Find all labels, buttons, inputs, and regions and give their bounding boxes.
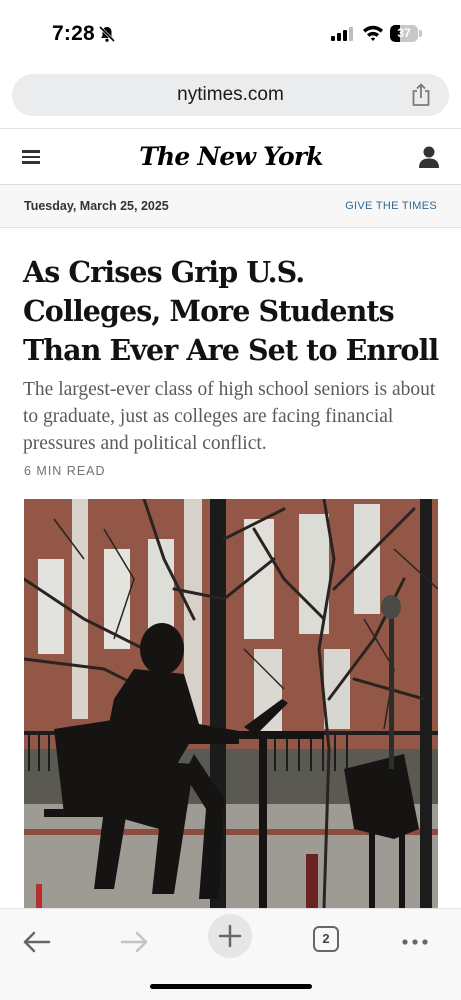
plus-icon — [218, 924, 242, 948]
share-icon[interactable] — [410, 83, 432, 107]
home-indicator[interactable] — [150, 984, 312, 989]
back-button[interactable] — [15, 917, 59, 961]
more-dots-icon — [402, 939, 428, 945]
tabs-button[interactable]: 2 — [304, 917, 348, 961]
status-time: 7:28 — [52, 22, 95, 45]
article-summary: The largest-ever class of high school se… — [23, 379, 436, 454]
new-tab-button[interactable] — [208, 914, 252, 958]
menu-icon[interactable] — [22, 150, 40, 164]
status-bar: 7:28 37 — [0, 0, 461, 66]
account-icon[interactable] — [418, 145, 440, 169]
current-date: Tuesday, March 25, 2025 — [24, 199, 169, 213]
forward-button[interactable] — [112, 917, 156, 961]
cellular-signal-icon — [331, 27, 353, 41]
site-header: The New York Times — [0, 128, 461, 211]
article-headline[interactable]: As Crises Grip U.S. Colleges, More Stude… — [23, 253, 443, 370]
url-text[interactable]: nytimes.com — [12, 74, 449, 116]
more-menu-button[interactable] — [393, 917, 437, 961]
bell-slash-icon — [98, 25, 116, 43]
forward-arrow-icon — [120, 931, 148, 953]
tab-count: 2 — [322, 931, 330, 946]
battery-icon: 37 — [390, 25, 422, 42]
article-photo-image — [24, 499, 438, 908]
give-the-times-link[interactable]: GIVE THE TIMES — [345, 200, 437, 212]
battery-level: 37 — [397, 26, 411, 40]
back-arrow-icon — [23, 931, 51, 953]
tabs-icon: 2 — [313, 926, 339, 952]
wifi-icon — [363, 25, 383, 41]
article-photo[interactable] — [24, 499, 438, 908]
date-strip: Tuesday, March 25, 2025 GIVE THE TIMES — [0, 185, 461, 228]
address-bar[interactable]: nytimes.com — [12, 74, 449, 116]
read-time: 6 MIN READ — [24, 464, 106, 478]
